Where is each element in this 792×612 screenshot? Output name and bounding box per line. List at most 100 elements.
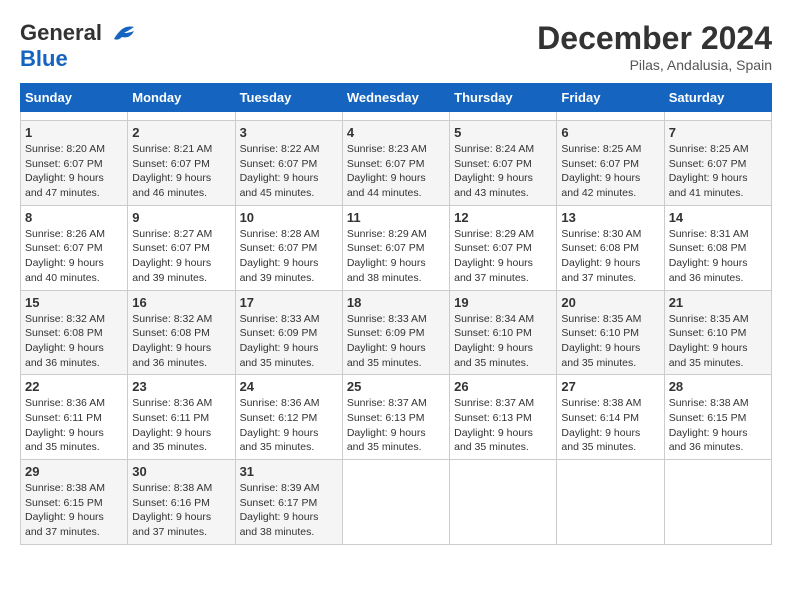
day-number: 19 <box>454 295 552 310</box>
day-info: Sunrise: 8:33 AMSunset: 6:09 PMDaylight:… <box>347 312 445 371</box>
day-number: 9 <box>132 210 230 225</box>
day-info: Sunrise: 8:36 AMSunset: 6:11 PMDaylight:… <box>132 396 230 455</box>
day-info: Sunrise: 8:23 AMSunset: 6:07 PMDaylight:… <box>347 142 445 201</box>
day-info: Sunrise: 8:28 AMSunset: 6:07 PMDaylight:… <box>240 227 338 286</box>
table-row: 27 Sunrise: 8:38 AMSunset: 6:14 PMDayligh… <box>557 375 664 460</box>
table-row: 9 Sunrise: 8:27 AMSunset: 6:07 PMDaylight… <box>128 205 235 290</box>
day-number: 1 <box>25 125 123 140</box>
day-number: 15 <box>25 295 123 310</box>
table-row <box>557 460 664 545</box>
day-number: 7 <box>669 125 767 140</box>
day-info: Sunrise: 8:36 AMSunset: 6:12 PMDaylight:… <box>240 396 338 455</box>
table-row: 5 Sunrise: 8:24 AMSunset: 6:07 PMDaylight… <box>450 121 557 206</box>
day-number: 12 <box>454 210 552 225</box>
day-info: Sunrise: 8:24 AMSunset: 6:07 PMDaylight:… <box>454 142 552 201</box>
day-info: Sunrise: 8:31 AMSunset: 6:08 PMDaylight:… <box>669 227 767 286</box>
header-saturday: Saturday <box>664 84 771 112</box>
day-number: 5 <box>454 125 552 140</box>
calendar-week-row: 15 Sunrise: 8:32 AMSunset: 6:08 PMDayligh… <box>21 290 772 375</box>
day-number: 23 <box>132 379 230 394</box>
day-number: 29 <box>25 464 123 479</box>
day-number: 21 <box>669 295 767 310</box>
day-info: Sunrise: 8:38 AMSunset: 6:14 PMDaylight:… <box>561 396 659 455</box>
logo-bird-icon <box>106 23 134 43</box>
day-number: 4 <box>347 125 445 140</box>
table-row: 8 Sunrise: 8:26 AMSunset: 6:07 PMDaylight… <box>21 205 128 290</box>
calendar-week-row: 1 Sunrise: 8:20 AMSunset: 6:07 PMDaylight… <box>21 121 772 206</box>
table-row: 31Sunrise: 8:39 AMSunset: 6:17 PMDayligh… <box>235 460 342 545</box>
day-info: Sunrise: 8:32 AMSunset: 6:08 PMDaylight:… <box>132 312 230 371</box>
logo-general: General <box>20 20 102 46</box>
table-row <box>664 112 771 121</box>
day-number: 20 <box>561 295 659 310</box>
table-row <box>450 112 557 121</box>
page-header: General Blue December 2024 Pilas, Andalu… <box>20 20 772 73</box>
day-info: Sunrise: 8:29 AMSunset: 6:07 PMDaylight:… <box>454 227 552 286</box>
day-info: Sunrise: 8:38 AMSunset: 6:15 PMDaylight:… <box>25 481 123 540</box>
table-row: 14 Sunrise: 8:31 AMSunset: 6:08 PMDayligh… <box>664 205 771 290</box>
day-number: 30 <box>132 464 230 479</box>
table-row <box>128 112 235 121</box>
table-row: 7Sunrise: 8:25 AMSunset: 6:07 PMDaylight… <box>664 121 771 206</box>
day-info: Sunrise: 8:21 AMSunset: 6:07 PMDaylight:… <box>132 142 230 201</box>
day-number: 8 <box>25 210 123 225</box>
header-thursday: Thursday <box>450 84 557 112</box>
table-row <box>664 460 771 545</box>
day-number: 26 <box>454 379 552 394</box>
table-row: 13Sunrise: 8:30 AMSunset: 6:08 PMDayligh… <box>557 205 664 290</box>
table-row: 15 Sunrise: 8:32 AMSunset: 6:08 PMDayligh… <box>21 290 128 375</box>
day-number: 18 <box>347 295 445 310</box>
table-row <box>21 112 128 121</box>
day-number: 2 <box>132 125 230 140</box>
calendar-week-row: 8 Sunrise: 8:26 AMSunset: 6:07 PMDaylight… <box>21 205 772 290</box>
day-number: 16 <box>132 295 230 310</box>
day-number: 17 <box>240 295 338 310</box>
table-row: 11Sunrise: 8:29 AMSunset: 6:07 PMDayligh… <box>342 205 449 290</box>
day-number: 27 <box>561 379 659 394</box>
header-tuesday: Tuesday <box>235 84 342 112</box>
month-title: December 2024 <box>537 20 772 57</box>
calendar-week-row: 29 Sunrise: 8:38 AMSunset: 6:15 PMDayligh… <box>21 460 772 545</box>
day-number: 14 <box>669 210 767 225</box>
day-number: 24 <box>240 379 338 394</box>
table-row: 21 Sunrise: 8:35 AMSunset: 6:10 PMDayligh… <box>664 290 771 375</box>
header-sunday: Sunday <box>21 84 128 112</box>
table-row: 16 Sunrise: 8:32 AMSunset: 6:08 PMDayligh… <box>128 290 235 375</box>
day-number: 28 <box>669 379 767 394</box>
day-info: Sunrise: 8:26 AMSunset: 6:07 PMDaylight:… <box>25 227 123 286</box>
table-row: 23 Sunrise: 8:36 AMSunset: 6:11 PMDayligh… <box>128 375 235 460</box>
day-info: Sunrise: 8:35 AMSunset: 6:10 PMDaylight:… <box>669 312 767 371</box>
day-info: Sunrise: 8:33 AMSunset: 6:09 PMDaylight:… <box>240 312 338 371</box>
day-info: Sunrise: 8:37 AMSunset: 6:13 PMDaylight:… <box>347 396 445 455</box>
table-row: 3Sunrise: 8:22 AMSunset: 6:07 PMDaylight… <box>235 121 342 206</box>
day-info: Sunrise: 8:20 AMSunset: 6:07 PMDaylight:… <box>25 142 123 201</box>
table-row: 22Sunrise: 8:36 AMSunset: 6:11 PMDayligh… <box>21 375 128 460</box>
header-monday: Monday <box>128 84 235 112</box>
calendar-header-row: Sunday Monday Tuesday Wednesday Thursday… <box>21 84 772 112</box>
day-info: Sunrise: 8:37 AMSunset: 6:13 PMDaylight:… <box>454 396 552 455</box>
day-number: 25 <box>347 379 445 394</box>
table-row <box>342 112 449 121</box>
header-friday: Friday <box>557 84 664 112</box>
day-info: Sunrise: 8:29 AMSunset: 6:07 PMDaylight:… <box>347 227 445 286</box>
day-number: 6 <box>561 125 659 140</box>
calendar-week-row <box>21 112 772 121</box>
table-row: 20 Sunrise: 8:35 AMSunset: 6:10 PMDayligh… <box>557 290 664 375</box>
table-row: 2 Sunrise: 8:21 AMSunset: 6:07 PMDaylight… <box>128 121 235 206</box>
location-title: Pilas, Andalusia, Spain <box>537 57 772 73</box>
day-number: 10 <box>240 210 338 225</box>
table-row: 12 Sunrise: 8:29 AMSunset: 6:07 PMDayligh… <box>450 205 557 290</box>
day-info: Sunrise: 8:27 AMSunset: 6:07 PMDaylight:… <box>132 227 230 286</box>
day-info: Sunrise: 8:22 AMSunset: 6:07 PMDaylight:… <box>240 142 338 201</box>
calendar-table: Sunday Monday Tuesday Wednesday Thursday… <box>20 83 772 545</box>
table-row <box>450 460 557 545</box>
table-row: 29 Sunrise: 8:38 AMSunset: 6:15 PMDayligh… <box>21 460 128 545</box>
day-info: Sunrise: 8:30 AMSunset: 6:08 PMDaylight:… <box>561 227 659 286</box>
day-info: Sunrise: 8:35 AMSunset: 6:10 PMDaylight:… <box>561 312 659 371</box>
day-info: Sunrise: 8:32 AMSunset: 6:08 PMDaylight:… <box>25 312 123 371</box>
table-row: 4 Sunrise: 8:23 AMSunset: 6:07 PMDaylight… <box>342 121 449 206</box>
table-row <box>342 460 449 545</box>
table-row: 25 Sunrise: 8:37 AMSunset: 6:13 PMDayligh… <box>342 375 449 460</box>
table-row: 1 Sunrise: 8:20 AMSunset: 6:07 PMDaylight… <box>21 121 128 206</box>
table-row <box>557 112 664 121</box>
